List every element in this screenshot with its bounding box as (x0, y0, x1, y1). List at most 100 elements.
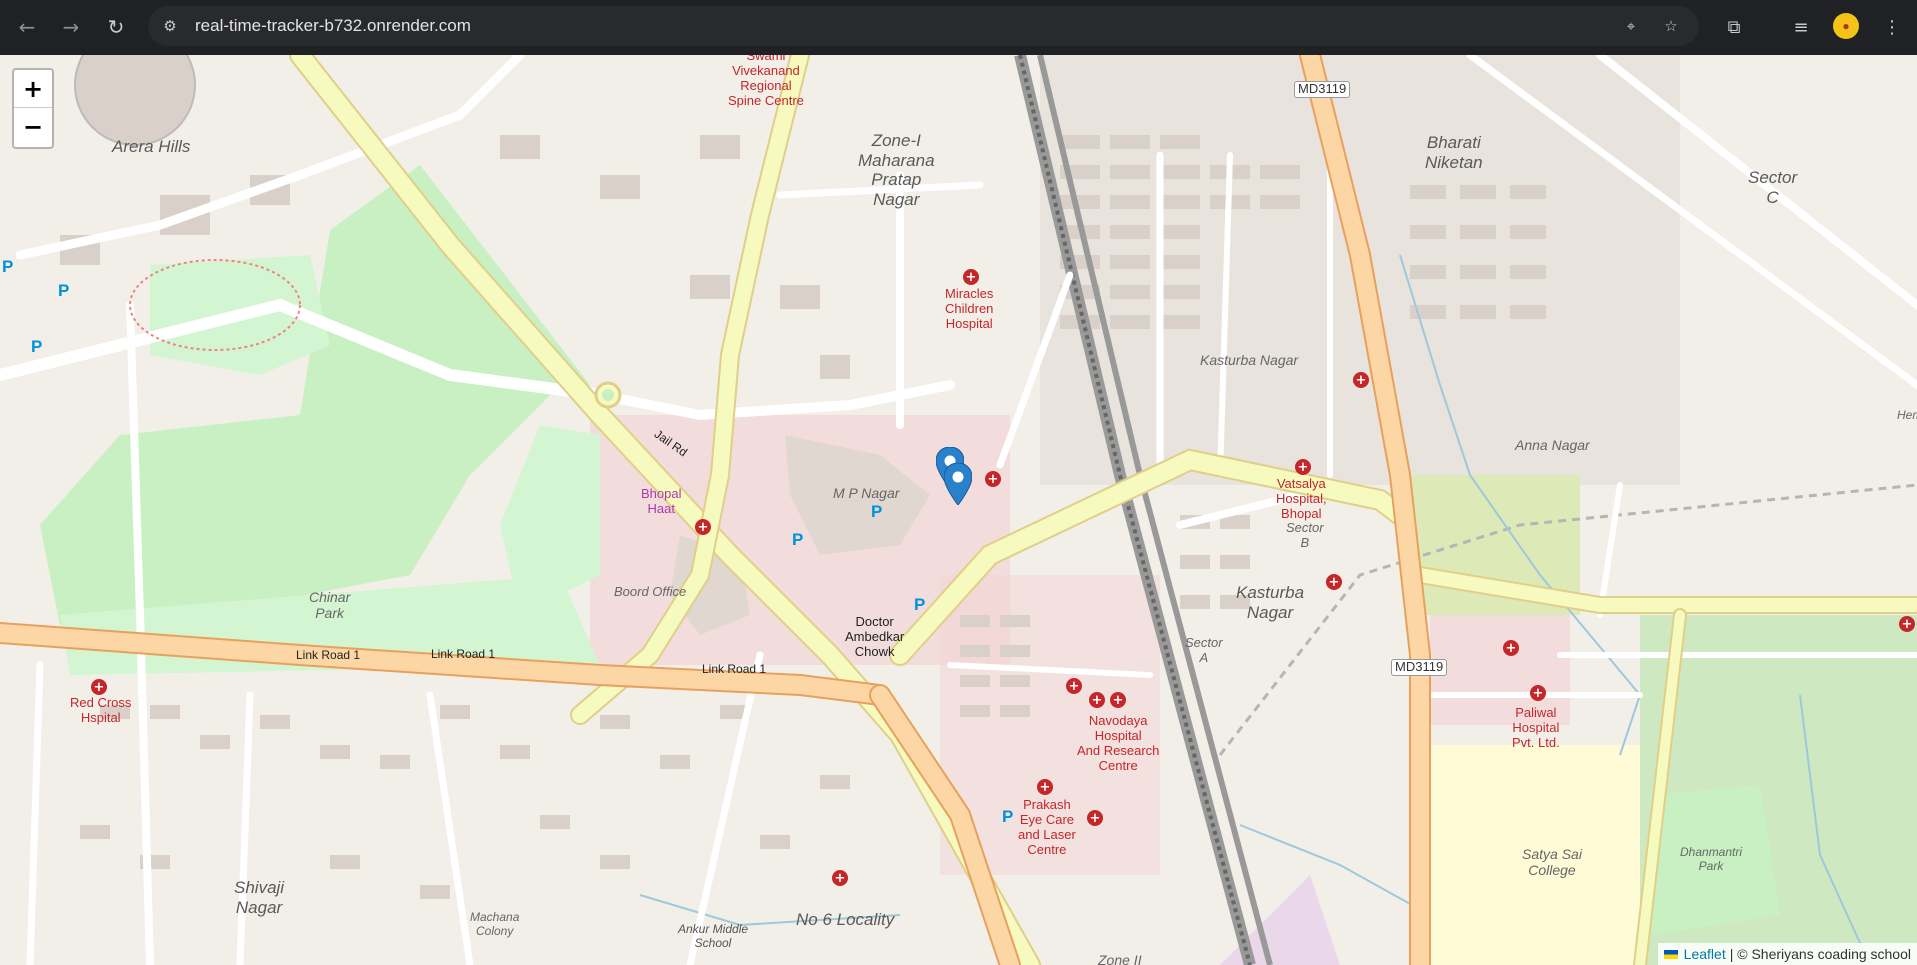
label-prakash-eye-care: Prakash Eye Care and Laser Centre (1018, 797, 1076, 858)
parking-icon: P (792, 530, 804, 549)
label-line: Hospital (1512, 719, 1560, 735)
road-shield-md3119: MD3119 (1391, 659, 1448, 676)
address-bar[interactable]: ⚙ real-time-tracker-b732.onrender.com ⌖ … (148, 6, 1699, 46)
label-zone-1: Zone-I Maharana Pratap Nagar (858, 131, 935, 209)
label-board-office: Boord Office (614, 584, 687, 599)
hospital-icon: + (1037, 779, 1053, 795)
label-chinar-park: Chinar Park (309, 589, 350, 621)
label-bharati-niketan: Bharati Niketan (1425, 133, 1483, 172)
label-sector-c: Sector C (1748, 168, 1797, 207)
hospital-icon: + (1530, 685, 1546, 701)
label-line: Machana (470, 910, 520, 924)
label-line: Hospital (1094, 727, 1142, 743)
label-anna-nagar: Anna Nagar (1515, 437, 1590, 453)
parking-icon: P (58, 281, 70, 300)
label-line: Colony (476, 923, 514, 938)
arrow-left-icon: ← (18, 15, 36, 39)
label-link-road: Link Road 1 (431, 647, 496, 661)
avatar[interactable]: ● (1833, 13, 1859, 39)
zoom-in-button[interactable]: + (14, 70, 52, 108)
map-tiles[interactable] (0, 55, 1917, 965)
label-line: Navodaya (1088, 713, 1148, 728)
label-line: Spine Centre (728, 92, 804, 108)
label-dhanmantri-park: Dhanmantri Park (1680, 845, 1742, 874)
label-line: Shivaji (234, 878, 285, 897)
label-line: Haat (647, 500, 675, 516)
label-line: Zone-I (871, 131, 921, 150)
hospital-icon: + (985, 471, 1001, 487)
label-line: Sector (1185, 635, 1223, 650)
label-line: and Laser (1018, 826, 1076, 842)
media-icon[interactable]: ≡ (1786, 12, 1816, 42)
label-line: Red Cross (70, 695, 132, 710)
label-line: Hspital (80, 709, 121, 725)
hospital-icon: + (1295, 459, 1311, 475)
label-line: Bhopal (641, 486, 682, 501)
hospital-icon: + (1899, 616, 1915, 632)
label-line: Pratap (871, 170, 922, 190)
browser-toolbar: ← → ↻ ⚙ real-time-tracker-b732.onrender.… (0, 0, 1917, 56)
arrow-right-icon: → (62, 15, 80, 39)
hospital-icon: + (1326, 574, 1342, 590)
map-attribution: Leaflet | © Sheriyans coading school (1657, 943, 1917, 965)
parking-icon: P (31, 337, 43, 356)
leaflet-link[interactable]: Leaflet (1684, 946, 1726, 962)
label-sector-a: Sector A (1185, 635, 1223, 666)
label-line: Sector (1286, 520, 1324, 535)
label-line: Sector (1748, 168, 1798, 187)
label-kasturba-nagar-top: Kasturba Nagar (1200, 352, 1299, 368)
hospital-icon: + (1089, 692, 1105, 708)
label-line: Vatsalya (1276, 476, 1326, 491)
label-line: School (694, 935, 732, 950)
star-icon[interactable]: ☆ (1661, 16, 1681, 36)
location-marker[interactable] (944, 463, 972, 505)
location-pin-icon[interactable]: ⌖ (1621, 16, 1641, 36)
forward-button[interactable]: → (56, 12, 86, 42)
label-arera-hills: Arera Hills (112, 137, 191, 156)
label-line: Centre (1027, 841, 1067, 857)
label-line: Miracles (945, 286, 994, 301)
label-line: College (1528, 862, 1576, 879)
hospital-icon: + (832, 870, 848, 886)
map-container[interactable]: + − Arera Hills Swami Vivekanand Regiona… (0, 55, 1917, 965)
label-bhopal-haat: Bhopal Haat (641, 486, 682, 517)
label-vatsalya-hospital: Vatsalya Hospital, Bhopal (1276, 476, 1327, 522)
hospital-icon: + (1503, 640, 1519, 656)
hospital-icon: + (1353, 372, 1369, 388)
label-line: Vivekanand (732, 62, 800, 78)
label-line: Paliwal (1515, 705, 1557, 720)
puzzle-icon[interactable]: ⧉ (1719, 12, 1749, 42)
kebab-menu-icon[interactable]: ⋮ (1877, 12, 1907, 42)
label-line: Bharati (1426, 133, 1481, 152)
hospital-icon: + (1087, 810, 1103, 826)
zoom-control: + − (12, 68, 54, 149)
label-line: Prakash (1023, 797, 1071, 812)
label-ankur-school: Ankur Middle School (678, 922, 749, 951)
label-miracles-hospital: Miracles Children Hospital (945, 286, 994, 332)
label-line: Ankur Middle (678, 922, 749, 936)
label-line: Nagar (873, 189, 920, 209)
label-kasturba-nagar: Kasturba Nagar (1236, 583, 1304, 622)
label-line: Ambedkar (845, 628, 905, 644)
back-button[interactable]: ← (12, 12, 42, 42)
label-line: And Research (1077, 742, 1160, 758)
hospital-icon: + (1066, 678, 1082, 694)
hospital-icon: + (91, 679, 107, 695)
label-machana-colony: Machana Colony (470, 910, 520, 939)
label-line: Children (945, 300, 994, 316)
tune-icon[interactable]: ⚙ (160, 16, 180, 36)
label-mp-nagar: M P Nagar (833, 485, 900, 501)
label-line: A (1199, 649, 1209, 665)
reload-button[interactable]: ↻ (101, 12, 131, 42)
label-line: Chinar (309, 589, 351, 605)
label-line: C (1766, 187, 1779, 207)
zoom-out-button[interactable]: − (14, 108, 52, 145)
label-line: Park (1698, 858, 1724, 873)
label-line: Hospital, (1276, 490, 1327, 506)
label-no6-locality: No 6 Locality (796, 910, 895, 929)
label-zone-2: Zone II (1098, 952, 1142, 965)
url-text[interactable]: real-time-tracker-b732.onrender.com (195, 16, 471, 36)
attribution-text: | © Sheriyans coading school (1729, 946, 1911, 962)
hospital-icon: + (695, 519, 711, 535)
hospital-icon: + (963, 269, 979, 285)
